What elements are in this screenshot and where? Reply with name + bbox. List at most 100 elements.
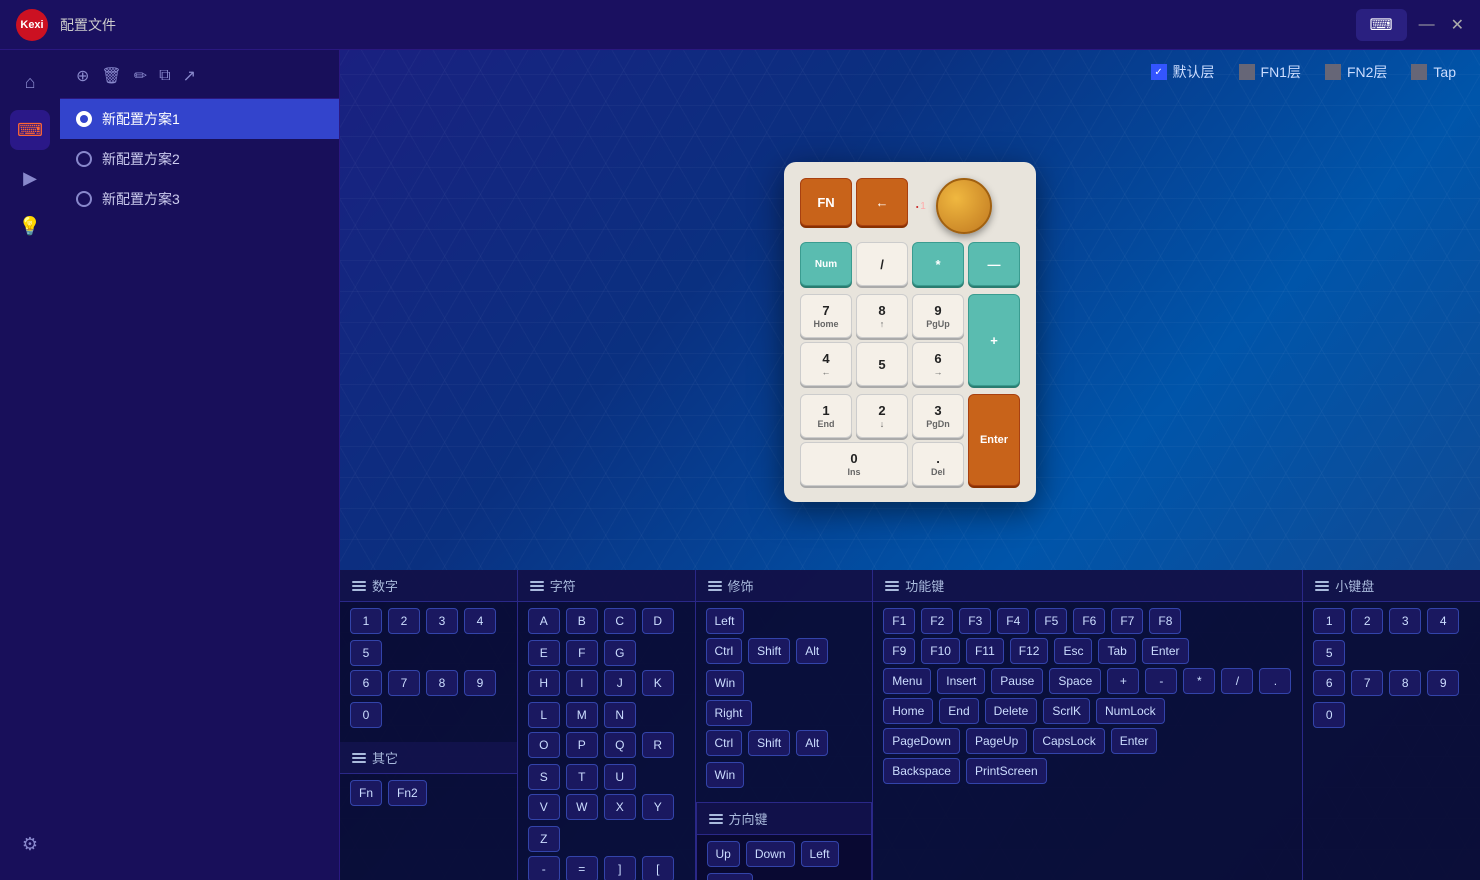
key-btn-F5[interactable]: F5 [1035,608,1067,634]
key-btn-X[interactable]: X [604,794,636,820]
key-6[interactable]: 6 → [912,342,964,386]
key-btn-Pause[interactable]: Pause [991,668,1043,694]
sidebar-item-light[interactable]: 💡 [10,206,50,246]
key-btn-PageUp[interactable]: PageUp [966,728,1027,754]
key-btn-equals[interactable]: = [566,856,598,880]
key-btn-Space[interactable]: Space [1049,668,1101,694]
key-btn-U[interactable]: U [604,764,636,790]
close-button[interactable]: ✕ [1451,15,1464,35]
checkbox-default[interactable] [1151,64,1167,80]
key-btn-np1[interactable]: 1 [1313,608,1345,634]
key-btn-8[interactable]: 8 [426,670,458,696]
key-btn-ScrlK[interactable]: ScrlK [1043,698,1090,724]
layer-fn2-checkbox[interactable]: FN2层 [1325,62,1387,82]
key-btn-left[interactable]: Left [706,608,744,634]
key-btn-lbracket[interactable]: [ [642,856,674,880]
key-btn-win-l[interactable]: Win [706,670,745,696]
key-multiply[interactable]: * [912,242,964,286]
keyboard-tab-button[interactable]: ⌨ [1356,9,1407,41]
key-backspace[interactable]: ← [856,178,908,226]
key-btn-Delete[interactable]: Delete [985,698,1038,724]
key-1[interactable]: 1 End [800,394,852,438]
key-btn-S[interactable]: S [528,764,560,790]
key-btn-np2[interactable]: 2 [1351,608,1383,634]
key-0[interactable]: 0 Ins [800,442,908,486]
key-btn-C[interactable]: C [604,608,636,634]
key-8[interactable]: 8 ↑ [856,294,908,338]
key-btn-O[interactable]: O [528,732,560,758]
key-btn-fn2[interactable]: Fn2 [388,780,427,806]
key-btn-Backspace[interactable]: Backspace [883,758,960,784]
key-btn-Insert[interactable]: Insert [937,668,985,694]
key-btn-5[interactable]: 5 [350,640,382,666]
key-btn-minus-fn[interactable]: - [1145,668,1177,694]
key-btn-N[interactable]: N [604,702,636,728]
sidebar-item-terminal[interactable]: ▶ [10,158,50,198]
key-btn-F10[interactable]: F10 [921,638,960,664]
key-5[interactable]: 5 [856,342,908,386]
key-3[interactable]: 3 PgDn [912,394,964,438]
key-btn-F2[interactable]: F2 [921,608,953,634]
key-btn-D[interactable]: D [642,608,674,634]
key-btn-End[interactable]: End [939,698,978,724]
key-btn-star-fn[interactable]: * [1183,668,1215,694]
key-btn-np4[interactable]: 4 [1427,608,1459,634]
sidebar-item-keyboard[interactable]: ⌨ [10,110,50,150]
key-btn-np7[interactable]: 7 [1351,670,1383,696]
key-btn-Esc[interactable]: Esc [1054,638,1092,664]
key-divide[interactable]: / [856,242,908,286]
key-btn-2[interactable]: 2 [388,608,420,634]
key-btn-alt-l[interactable]: Alt [796,638,828,664]
key-btn-np3[interactable]: 3 [1389,608,1421,634]
key-4[interactable]: 4 ← [800,342,852,386]
key-btn-shift-l[interactable]: Shift [748,638,790,664]
key-btn-ctrl-l[interactable]: Ctrl [706,638,743,664]
key-btn-M[interactable]: M [566,702,598,728]
sidebar-item-home[interactable]: ⌂ [10,62,50,102]
key-btn-np9[interactable]: 9 [1427,670,1459,696]
profile-item-3[interactable]: 新配置方案3 [60,179,339,219]
key-btn-Home[interactable]: Home [883,698,933,724]
key-2[interactable]: 2 ↓ [856,394,908,438]
key-btn-ctrl-r[interactable]: Ctrl [706,730,743,756]
key-btn-G[interactable]: G [604,640,636,666]
sidebar-item-settings[interactable]: ⚙ [10,824,50,864]
key-btn-9[interactable]: 9 [464,670,496,696]
key-btn-Enter2[interactable]: Enter [1111,728,1158,754]
key-btn-rbracket[interactable]: ] [604,856,636,880]
key-btn-PageDown[interactable]: PageDown [883,728,960,754]
key-btn-3[interactable]: 3 [426,608,458,634]
edit-profile-button[interactable]: ✏ [134,66,147,86]
key-btn-F4[interactable]: F4 [997,608,1029,634]
key-dot[interactable]: . Del [912,442,964,486]
key-btn-down[interactable]: Down [746,841,795,867]
key-numlock[interactable]: Num [800,242,852,286]
key-btn-CapsLock[interactable]: CapsLock [1033,728,1104,754]
key-btn-A[interactable]: A [528,608,560,634]
dial-knob[interactable] [936,178,992,234]
key-btn-plus-fn[interactable]: + [1107,668,1139,694]
key-btn-left-arrow[interactable]: Left [801,841,839,867]
key-btn-right-arrow[interactable]: Right [707,873,753,880]
key-btn-F[interactable]: F [566,640,598,666]
key-btn-Menu[interactable]: Menu [883,668,931,694]
layer-fn1-checkbox[interactable]: FN1层 [1239,62,1301,82]
key-btn-np5[interactable]: 5 [1313,640,1345,666]
key-btn-1[interactable]: 1 [350,608,382,634]
key-btn-np0[interactable]: 0 [1313,702,1345,728]
key-btn-Q[interactable]: Q [604,732,636,758]
profile-item-1[interactable]: 新配置方案1 [60,99,339,139]
key-btn-F6[interactable]: F6 [1073,608,1105,634]
key-btn-T[interactable]: T [566,764,598,790]
checkbox-tap[interactable] [1411,64,1427,80]
key-btn-slash-fn[interactable]: / [1221,668,1253,694]
key-btn-F1[interactable]: F1 [883,608,915,634]
key-btn-NumLock[interactable]: NumLock [1096,698,1165,724]
key-btn-I[interactable]: I [566,670,598,696]
key-btn-F11[interactable]: F11 [966,638,1004,664]
key-btn-V[interactable]: V [528,794,560,820]
key-btn-up[interactable]: Up [707,841,740,867]
key-btn-W[interactable]: W [566,794,598,820]
key-btn-alt-r[interactable]: Alt [796,730,828,756]
key-btn-np8[interactable]: 8 [1389,670,1421,696]
